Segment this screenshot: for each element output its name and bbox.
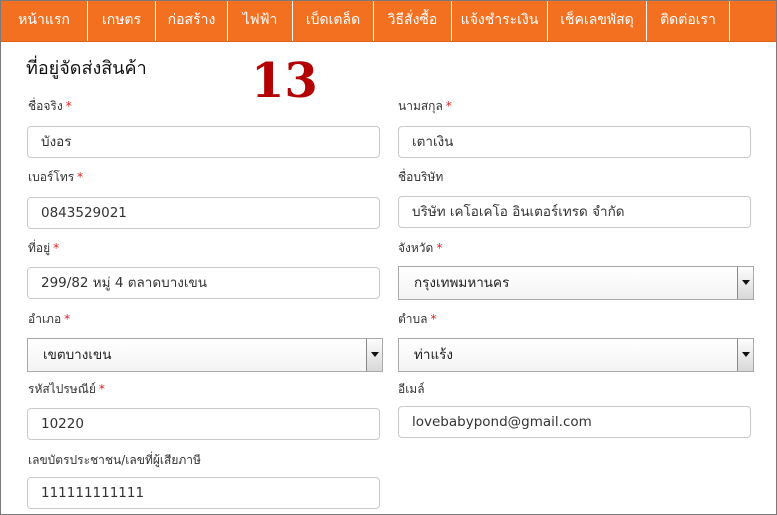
nav-item-home[interactable]: หน้าแรก (1, 1, 88, 41)
province-label-text: จังหวัด (398, 241, 434, 255)
subdistrict-label: ตำบล * (398, 310, 437, 329)
email-input[interactable]: lovebabypond@gmail.com (398, 406, 751, 438)
phone-input[interactable]: 0843529021 (27, 197, 380, 229)
nav-item-how-to-order[interactable]: วิธีสั่งซื้อ (374, 1, 452, 41)
province-select[interactable]: กรุงเทพมหานคร (398, 266, 754, 300)
subdistrict-selected-value: ท่าแร้ง (414, 347, 454, 363)
company-input[interactable]: บริษัท เคโอเคโอ อินเตอร์เทรด จำกัด (398, 196, 751, 228)
nav-item-payment-notice[interactable]: แจ้งชำระเงิน (452, 1, 548, 41)
district-label-text: อำเภอ (28, 312, 62, 326)
district-selected-value: เขตบางเขน (43, 347, 112, 363)
last-name-label: นามสกุล * (398, 97, 452, 116)
required-mark: * (436, 241, 443, 255)
required-mark: * (430, 312, 437, 326)
postcode-input[interactable]: 10220 (27, 408, 380, 440)
province-label: จังหวัด * (398, 239, 442, 258)
page-frame: หน้าแรก เกษตร ก่อสร้าง ไฟฟ้า เบ็ดเตล็ด ว… (0, 0, 777, 515)
dropdown-button[interactable] (737, 267, 753, 299)
subdistrict-select[interactable]: ท่าแร้ง (398, 338, 754, 372)
required-mark: * (98, 382, 105, 396)
nav-item-electrical[interactable]: ไฟฟ้า (228, 1, 293, 41)
subdistrict-label-text: ตำบล (398, 312, 428, 326)
address-input[interactable]: 299/82 หมู่ 4 ตลาดบางเขน (27, 267, 380, 299)
dropdown-button[interactable] (737, 339, 753, 371)
company-label-text: ชื่อบริษัท (398, 170, 444, 184)
top-nav: หน้าแรก เกษตร ก่อสร้าง ไฟฟ้า เบ็ดเตล็ด ว… (1, 1, 776, 42)
last-name-label-text: นามสกุล (398, 99, 443, 113)
postcode-label-text: รหัสไปรษณีย์ (28, 382, 96, 396)
address-label-text: ที่อยู่ (28, 241, 51, 255)
required-mark: * (445, 99, 452, 113)
required-mark: * (65, 99, 72, 113)
address-label: ที่อยู่ * (28, 239, 59, 258)
chevron-down-icon (742, 280, 750, 285)
nav-item-track-parcel[interactable]: เช็คเลขพัสดุ (548, 1, 647, 41)
last-name-input[interactable]: เตาเงิน (398, 126, 751, 158)
district-select[interactable]: เขตบางเขน (27, 338, 383, 372)
required-mark: * (64, 312, 71, 326)
province-selected-value: กรุงเทพมหานคร (414, 275, 510, 291)
nav-item-construction[interactable]: ก่อสร้าง (156, 1, 228, 41)
first-name-input[interactable]: บังอร (27, 126, 380, 158)
company-label: ชื่อบริษัท (398, 168, 443, 187)
chevron-down-icon (742, 352, 750, 357)
email-label: อีเมล์ (398, 380, 425, 399)
nav-item-miscellaneous[interactable]: เบ็ดเตล็ด (293, 1, 374, 41)
step-number: 13 (251, 53, 318, 109)
nav-item-contact[interactable]: ติดต่อเรา (647, 1, 730, 41)
email-label-text: อีเมล์ (398, 382, 425, 396)
tax-id-input[interactable]: 111111111111 (27, 477, 380, 509)
district-label: อำเภอ * (28, 310, 70, 329)
first-name-label: ชื่อจริง * (28, 97, 72, 116)
tax-id-label: เลขบัตรประชาชน/เลขที่ผู้เสียภาษี (28, 451, 201, 470)
phone-label: เบอร์โทร * (28, 168, 83, 187)
first-name-label-text: ชื่อจริง (28, 99, 63, 113)
chevron-down-icon (371, 352, 379, 357)
page-title: ที่อยู่จัดส่งสินค้า (26, 58, 147, 79)
phone-label-text: เบอร์โทร (28, 170, 75, 184)
tax-id-label-text: เลขบัตรประชาชน/เลขที่ผู้เสียภาษี (28, 453, 201, 467)
required-mark: * (77, 170, 84, 184)
postcode-label: รหัสไปรษณีย์ * (28, 380, 105, 399)
required-mark: * (53, 241, 60, 255)
nav-item-agriculture[interactable]: เกษตร (88, 1, 156, 41)
dropdown-button[interactable] (366, 339, 382, 371)
